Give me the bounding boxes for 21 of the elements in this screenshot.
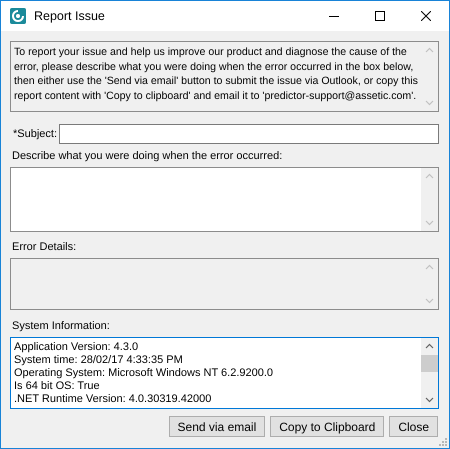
- close-icon: [421, 11, 431, 21]
- system-information-line: System time: 28/02/17 4:33:35 PM: [14, 354, 184, 367]
- dialog-button[interactable]: Copy to Clipboard: [270, 416, 384, 437]
- scrollbar-thumb[interactable]: [421, 355, 438, 372]
- subject-label: *Subject:: [13, 128, 58, 140]
- system-information-line: Operating System: Microsoft Windows NT 6.2.9200.0: [14, 367, 274, 380]
- intro-text: To report your issue and help us improve our product and diagnose the cause of the error, please describe what you were doing when the error occurred in the box below, then either use the 'Send via email' button to submit the issue via Outlook, or copy this report content with 'Copy to clipboard' and email it to 'predictor-support@assetic.com'.: [13, 45, 419, 104]
- subject-field[interactable]: [59, 124, 439, 144]
- error-details-label: Error Details:: [12, 241, 78, 254]
- system-information-line: Is 64 bit OS: True: [14, 380, 101, 393]
- system-information-field[interactable]: Application Version: 4.3.0 System time: 28/02/17 4:33:35 PM Operating System: Microsoft Windows NT 6.2.9200.0 Is 64 bit OS: True .NET Runtime Version: 4.0.30319.42000: [10, 337, 439, 409]
- description-label: Describe what you were doing when the error occurred:: [12, 150, 284, 163]
- app-logo-icon: [10, 8, 26, 24]
- dialog-button[interactable]: Send via email: [168, 416, 266, 437]
- resize-grip-icon[interactable]: [437, 436, 447, 446]
- system-information-line: Application Version: 4.3.0: [14, 341, 140, 354]
- system-information-line: .NET Runtime Version: 4.0.30319.42000: [14, 393, 212, 406]
- dialog-button[interactable]: Close: [389, 416, 438, 437]
- system-information-label: System Information:: [12, 320, 111, 333]
- maximize-icon: [375, 11, 385, 21]
- window-title: Report Issue: [34, 10, 105, 22]
